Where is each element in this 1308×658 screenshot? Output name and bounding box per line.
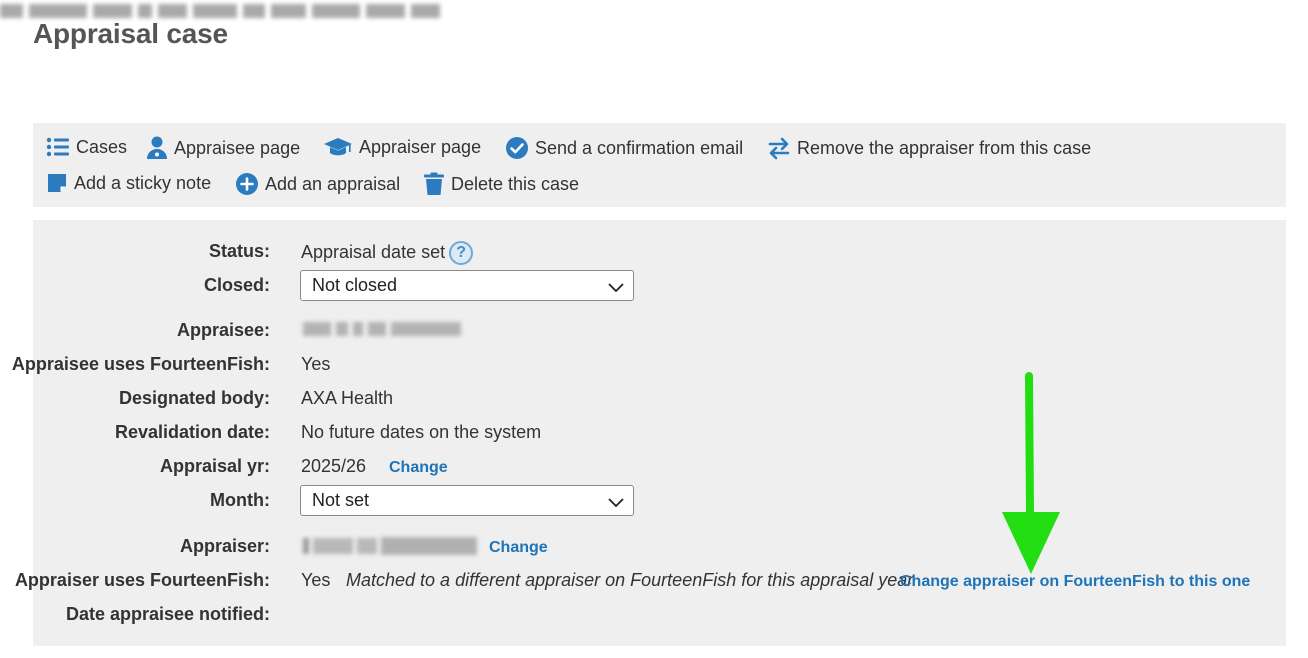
user-doctor-icon <box>146 136 168 160</box>
appraiser-label: Appraiser: <box>179 536 270 556</box>
status-value: Appraisal date set <box>301 241 446 262</box>
sticky-note-icon <box>46 172 68 194</box>
add-appraisal-link[interactable]: Add an appraisal <box>235 172 400 196</box>
trash-icon <box>423 172 445 196</box>
appraisee-page-label: Appraisee page <box>174 137 301 158</box>
designated-body-label: Designated body: <box>118 388 270 408</box>
cases-link[interactable]: Cases <box>46 136 127 158</box>
redacted-subtitle <box>0 0 440 22</box>
action-toolbar: Cases Appraisee page Appraiser page Send… <box>33 123 1286 207</box>
add-sticky-note-link[interactable]: Add a sticky note <box>46 172 211 194</box>
closed-select[interactable]: Not closed <box>300 270 634 301</box>
chevron-down-icon <box>608 493 624 514</box>
remove-appraiser-label: Remove the appraiser from this case <box>797 137 1092 158</box>
month-select[interactable]: Not set <box>300 485 634 516</box>
closed-label: Closed: <box>203 275 270 295</box>
redacted-appraisee-name <box>303 322 463 338</box>
appraisee-label: Appraisee: <box>176 320 270 340</box>
send-confirmation-email-label: Send a confirmation email <box>535 137 744 158</box>
appraisal-year-label: Appraisal yr: <box>159 456 270 476</box>
month-label: Month: <box>210 490 270 510</box>
delete-case-label: Delete this case <box>451 173 580 194</box>
appraiser-uses-value: Yes <box>301 570 331 590</box>
appraisal-year-value: 2025/26 <box>301 456 367 476</box>
plus-circle-icon <box>235 172 259 196</box>
revalidation-date-value: No future dates on the system <box>301 422 542 442</box>
list-icon <box>46 136 70 158</box>
add-appraisal-label: Add an appraisal <box>265 173 401 194</box>
add-sticky-note-label: Add a sticky note <box>74 172 212 193</box>
appraiser-page-label: Appraiser page <box>359 136 482 157</box>
annotation-arrow-icon <box>1000 372 1062 583</box>
appraisee-uses-value: Yes <box>301 354 331 374</box>
appraiser-page-link[interactable]: Appraiser page <box>323 136 481 158</box>
revalidation-date-label: Revalidation date: <box>114 422 270 442</box>
status-label: Status: <box>208 241 270 261</box>
date-notified-label: Date appraisee notified: <box>65 604 270 624</box>
appraisee-page-link[interactable]: Appraisee page <box>146 136 300 160</box>
send-confirmation-email-link[interactable]: Send a confirmation email <box>505 136 743 160</box>
redacted-appraiser-name <box>303 536 477 556</box>
graduation-cap-icon <box>323 136 353 158</box>
month-select-value: Not set <box>312 490 370 510</box>
swap-arrows-icon <box>767 136 791 160</box>
page-title: Appraisal case <box>33 18 228 49</box>
change-appraiser-on-fourteenfish-link[interactable]: Change appraiser on FourteenFish to this… <box>900 573 1250 591</box>
change-appraisal-year-link[interactable]: Change <box>389 459 448 477</box>
case-details-panel: Status: Appraisal date set? Closed: Not … <box>12 220 1286 646</box>
status-value-wrap: Appraisal date set? <box>301 241 474 265</box>
delete-case-link[interactable]: Delete this case <box>423 172 579 196</box>
chevron-down-icon <box>608 278 624 299</box>
appraiser-match-note: Matched to a different appraiser on Four… <box>346 570 914 590</box>
appraisee-uses-label: Appraisee uses FourteenFish: <box>11 354 270 374</box>
change-appraiser-link[interactable]: Change <box>489 539 548 557</box>
help-icon[interactable]: ? <box>449 241 474 265</box>
cases-label: Cases <box>76 136 128 157</box>
designated-body-value: AXA Health <box>301 388 394 408</box>
remove-appraiser-link[interactable]: Remove the appraiser from this case <box>767 136 1091 160</box>
appraiser-uses-label: Appraiser uses FourteenFish: <box>14 570 270 590</box>
closed-select-value: Not closed <box>312 275 398 295</box>
check-circle-icon <box>505 136 529 160</box>
